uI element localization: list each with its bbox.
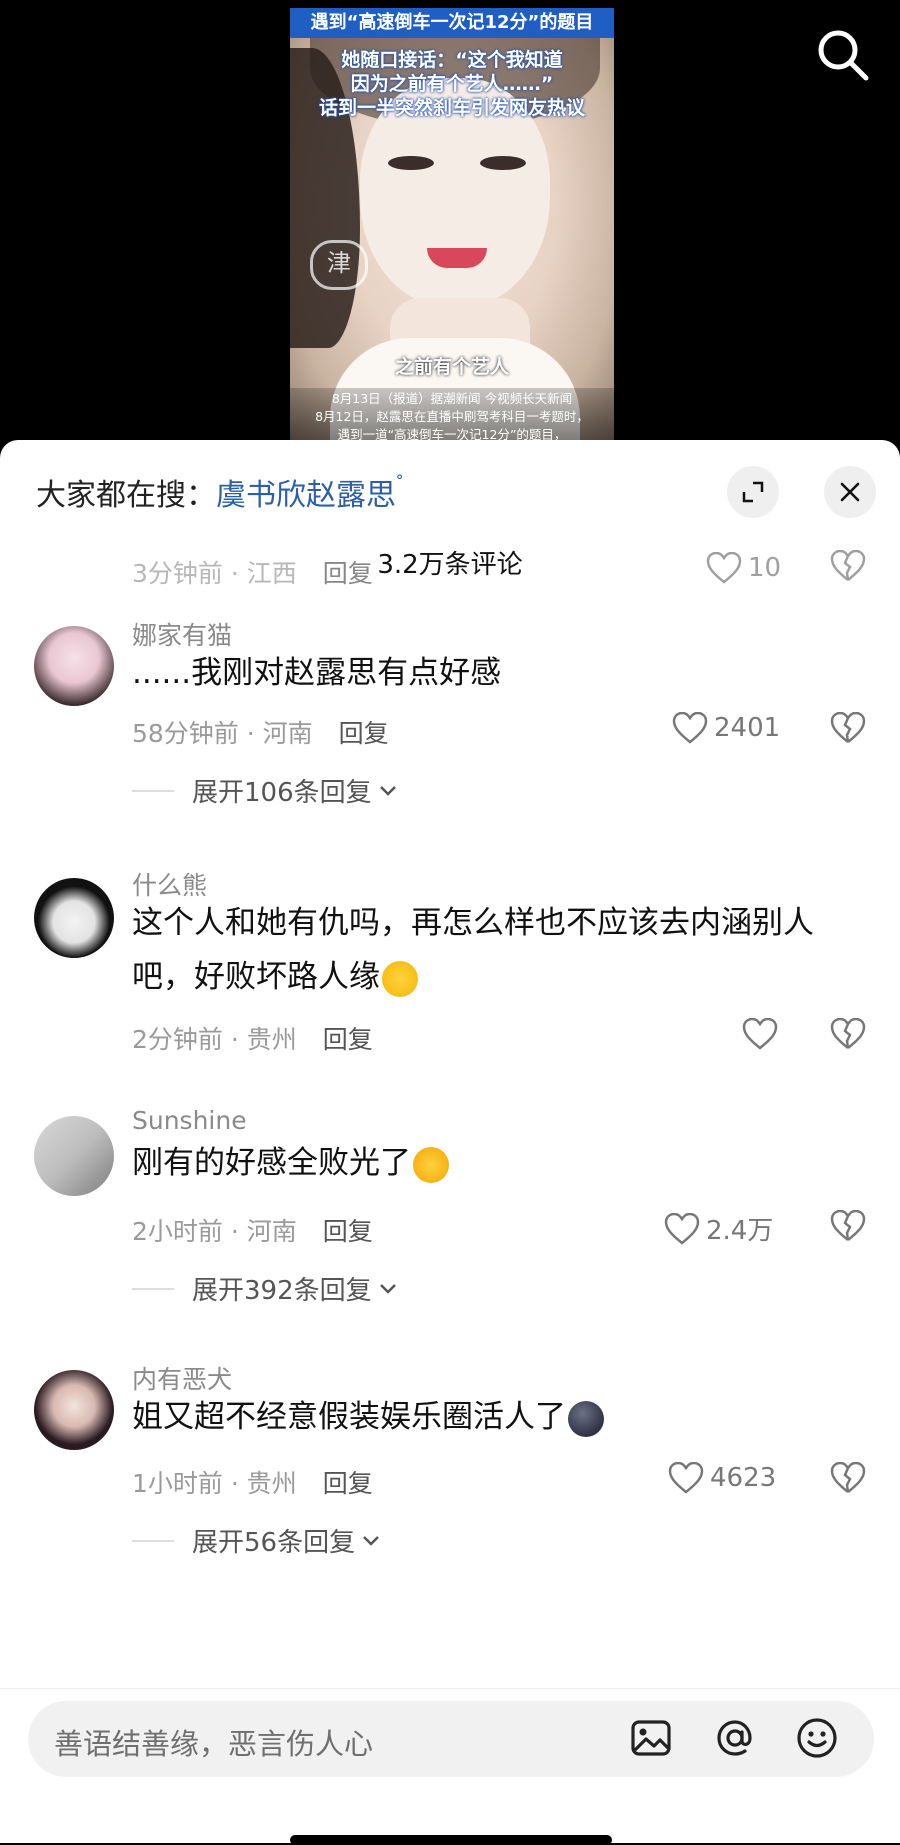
- expand-replies[interactable]: 展开106条回复: [132, 772, 398, 809]
- comment-time: 1小时前 · 贵州: [132, 1469, 297, 1498]
- like-button[interactable]: 2401: [672, 712, 780, 744]
- like-count: 2.4万: [706, 1216, 774, 1246]
- video-headline: 她随口接话：“这个我知道 因为之前有个艺人……” 话到一半突然刹车引发网友热议: [290, 48, 614, 120]
- heart-icon: [742, 1018, 778, 1050]
- heart-icon: [706, 552, 742, 584]
- video-player[interactable]: 津 遇到“高速倒车一次记12分”的题目 她随口接话：“这个我知道 因为之前有个艺…: [0, 0, 900, 460]
- emoji-icon[interactable]: [794, 1715, 840, 1761]
- video-headline-line: 话到一半突然刹车引发网友热议: [318, 97, 585, 119]
- reply-button[interactable]: 回复: [323, 559, 373, 588]
- comment-meta: 2分钟前 · 贵州 回复: [132, 1020, 373, 1056]
- search-suggestion-keyword[interactable]: 虞书欣赵露思: [216, 478, 396, 513]
- expand-replies-label: 展开392条回复: [192, 1276, 372, 1306]
- like-button[interactable]: 4623: [668, 1462, 776, 1494]
- like-button[interactable]: [742, 1018, 784, 1050]
- comment-meta: 58分钟前 · 河南 回复: [132, 714, 389, 750]
- chevron-down-icon: [379, 1283, 396, 1294]
- comment-meta: 3分钟前 · 江西 回复: [132, 554, 373, 590]
- comment-username[interactable]: Sunshine: [132, 1106, 247, 1135]
- fullscreen-button[interactable]: [727, 466, 779, 518]
- comment-text-content: 姐又超不经意假装娱乐圈活人了: [132, 1399, 566, 1435]
- dislike-button[interactable]: [830, 549, 866, 586]
- divider: [132, 1287, 174, 1290]
- comment-input-bar: 善语结善缘，恶言伤人心: [0, 1688, 900, 1845]
- comment-text: 这个人和她有仇吗，再怎么样也不应该去内涵别人 吧，好败坏路人缘: [132, 896, 852, 1004]
- reply-button[interactable]: 回复: [323, 1217, 373, 1246]
- comment-text-line: 吧，好败坏路人缘: [132, 950, 852, 1004]
- like-count: 2401: [714, 713, 781, 743]
- comment-text-line-2: 吧，好败坏路人缘: [132, 959, 380, 995]
- expand-icon: [742, 481, 764, 503]
- mention-icon[interactable]: [712, 1715, 758, 1761]
- heart-icon: [668, 1462, 704, 1494]
- reply-button[interactable]: 回复: [323, 1025, 373, 1054]
- chevron-down-icon: [363, 1535, 379, 1546]
- dislike-button[interactable]: [830, 711, 866, 748]
- expand-replies-label: 展开106条回复: [192, 778, 372, 808]
- video-subtitle: 之前有个艺人: [394, 356, 509, 378]
- search-small-icon: ᐤ: [396, 470, 404, 491]
- broken-heart-icon: [830, 1017, 866, 1049]
- avatar[interactable]: [34, 626, 114, 706]
- comment-text: ......我刚对赵露思有点好感: [132, 655, 502, 691]
- comment-text: 姐又超不经意假装娱乐圈活人了: [132, 1390, 852, 1444]
- divider: [132, 789, 174, 792]
- video-news-line: 8月13日（报道）据潮新闻 今视频长天新闻: [331, 391, 573, 406]
- like-count: 4623: [710, 1463, 777, 1493]
- close-button[interactable]: [824, 466, 876, 518]
- video-headline-line: 她随口接话：“这个我知道: [341, 49, 563, 71]
- video-frame[interactable]: 津 遇到“高速倒车一次记12分”的题目 她随口接话：“这个我知道 因为之前有个艺…: [290, 8, 614, 448]
- video-banner: 遇到“高速倒车一次记12分”的题目: [290, 8, 614, 38]
- dislike-button[interactable]: [830, 1017, 866, 1054]
- avatar[interactable]: [34, 1370, 114, 1450]
- video-news-caption: 8月13日（报道）据潮新闻 今视频长天新闻 8月12日，赵露思在直播中刷驾考科目…: [290, 388, 614, 448]
- expand-replies[interactable]: 展开392条回复: [132, 1270, 398, 1307]
- home-indicator: [290, 1835, 612, 1845]
- comment-time: 58分钟前 · 河南: [132, 719, 313, 748]
- comments-sheet: 大家都在搜：虞书欣赵露思ᐤ 3.2万条评论 3分钟前 · 江西 回复 10 娜家有…: [0, 440, 900, 1842]
- broken-heart-icon: [830, 1461, 866, 1493]
- comment-meta: 1小时前 · 贵州 回复: [132, 1464, 373, 1500]
- reply-button[interactable]: 回复: [323, 1469, 373, 1498]
- comment-text-content: 刚有的好感全败光了: [132, 1145, 411, 1181]
- image-icon[interactable]: [628, 1715, 674, 1761]
- comment-input[interactable]: 善语结善缘，恶言伤人心: [28, 1701, 874, 1777]
- video-news-line: 8月12日，赵露思在直播中刷驾考科目一考题时，: [315, 409, 589, 424]
- broken-heart-icon: [830, 549, 866, 581]
- avatar[interactable]: [34, 878, 114, 958]
- broken-heart-icon: [830, 711, 866, 743]
- comment-time: 3分钟前 · 江西: [132, 559, 297, 588]
- like-button[interactable]: 2.4万: [664, 1210, 773, 1247]
- dislike-button[interactable]: [830, 1209, 866, 1246]
- avatar[interactable]: [34, 1116, 114, 1196]
- new-moon-face-emoji-icon: [568, 1400, 604, 1437]
- expand-replies[interactable]: 展开56条回复: [132, 1522, 381, 1559]
- divider: [132, 1539, 174, 1542]
- comment-input-placeholder: 善语结善缘，恶言伤人心: [54, 1727, 374, 1761]
- comment-time: 2分钟前 · 贵州: [132, 1025, 297, 1054]
- video-headline-line: 因为之前有个艺人……”: [350, 73, 554, 95]
- close-icon: [840, 482, 860, 502]
- comment-text: 刚有的好感全败光了: [132, 1136, 852, 1190]
- video-eye-left: [388, 156, 434, 170]
- dizzy-face-emoji-icon: [382, 960, 418, 997]
- comment-time: 2小时前 · 河南: [132, 1217, 297, 1246]
- search-suggestion[interactable]: 大家都在搜：虞书欣赵露思ᐤ: [36, 470, 403, 514]
- expand-replies-label: 展开56条回复: [192, 1528, 356, 1558]
- broken-heart-icon: [830, 1209, 866, 1241]
- heart-icon: [664, 1212, 700, 1245]
- chevron-down-icon: [379, 785, 396, 796]
- reply-button[interactable]: 回复: [339, 719, 389, 748]
- video-watermark: 津: [310, 240, 368, 290]
- search-suggestion-prefix: 大家都在搜：: [36, 478, 216, 513]
- like-count: 10: [748, 553, 782, 583]
- video-eye-right: [480, 156, 526, 170]
- search-icon[interactable]: [814, 26, 874, 86]
- like-button[interactable]: 10: [706, 552, 781, 584]
- hugging-face-emoji-icon: [413, 1146, 449, 1183]
- comment-meta: 2小时前 · 河南 回复: [132, 1212, 373, 1248]
- heart-icon: [672, 712, 708, 744]
- dislike-button[interactable]: [830, 1461, 866, 1498]
- comment-text-line: 这个人和她有仇吗，再怎么样也不应该去内涵别人: [132, 905, 814, 941]
